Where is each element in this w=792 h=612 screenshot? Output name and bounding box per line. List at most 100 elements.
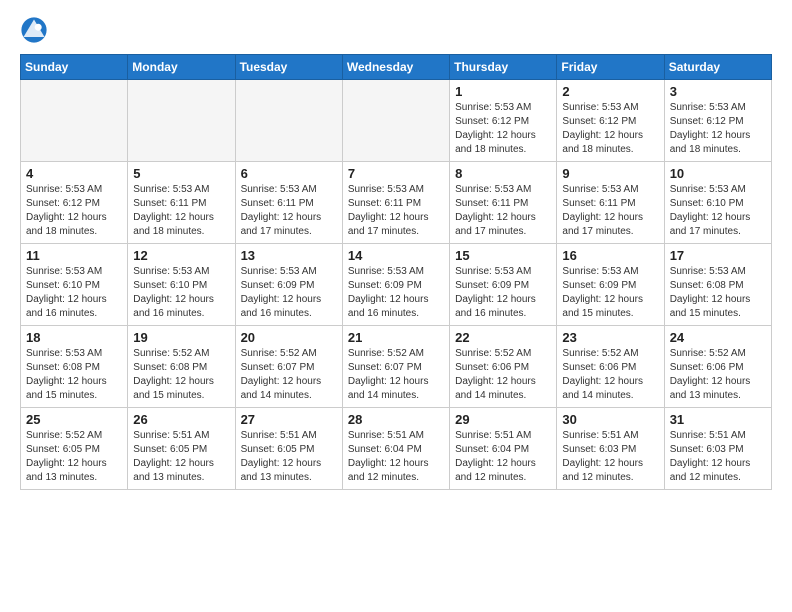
- day-info: Sunrise: 5:52 AMSunset: 6:07 PMDaylight:…: [241, 347, 337, 403]
- calendar-cell: 14 Sunrise: 5:53 AMSunset: 6:09 PMDayligh…: [342, 244, 449, 326]
- day-info: Sunrise: 5:53 AMSunset: 6:08 PMDaylight:…: [26, 347, 122, 403]
- day-info: Sunrise: 5:53 AMSunset: 6:08 PMDaylight:…: [670, 265, 766, 321]
- calendar-cell: 15 Sunrise: 5:53 AMSunset: 6:09 PMDayligh…: [450, 244, 557, 326]
- day-info: Sunrise: 5:52 AMSunset: 6:06 PMDaylight:…: [562, 347, 658, 403]
- weekday-header: Tuesday: [235, 55, 342, 80]
- calendar-cell: 30 Sunrise: 5:51 AMSunset: 6:03 PMDayligh…: [557, 408, 664, 490]
- calendar-cell: 19 Sunrise: 5:52 AMSunset: 6:08 PMDayligh…: [128, 326, 235, 408]
- day-info: Sunrise: 5:51 AMSunset: 6:05 PMDaylight:…: [133, 429, 229, 485]
- day-number: 9: [562, 166, 658, 181]
- day-info: Sunrise: 5:53 AMSunset: 6:09 PMDaylight:…: [562, 265, 658, 321]
- calendar-cell: 21 Sunrise: 5:52 AMSunset: 6:07 PMDayligh…: [342, 326, 449, 408]
- page: SundayMondayTuesdayWednesdayThursdayFrid…: [0, 0, 792, 506]
- calendar-week-row: 1 Sunrise: 5:53 AMSunset: 6:12 PMDaylight…: [21, 80, 772, 162]
- day-number: 8: [455, 166, 551, 181]
- day-info: Sunrise: 5:53 AMSunset: 6:12 PMDaylight:…: [562, 101, 658, 157]
- day-info: Sunrise: 5:53 AMSunset: 6:11 PMDaylight:…: [348, 183, 444, 239]
- day-info: Sunrise: 5:53 AMSunset: 6:09 PMDaylight:…: [348, 265, 444, 321]
- weekday-header: Wednesday: [342, 55, 449, 80]
- day-number: 20: [241, 330, 337, 345]
- day-info: Sunrise: 5:53 AMSunset: 6:10 PMDaylight:…: [26, 265, 122, 321]
- day-number: 28: [348, 412, 444, 427]
- day-number: 18: [26, 330, 122, 345]
- calendar-week-row: 18 Sunrise: 5:53 AMSunset: 6:08 PMDayligh…: [21, 326, 772, 408]
- calendar-cell: 18 Sunrise: 5:53 AMSunset: 6:08 PMDayligh…: [21, 326, 128, 408]
- calendar-cell: [342, 80, 449, 162]
- day-number: 30: [562, 412, 658, 427]
- calendar-cell: 25 Sunrise: 5:52 AMSunset: 6:05 PMDayligh…: [21, 408, 128, 490]
- weekday-header: Sunday: [21, 55, 128, 80]
- day-info: Sunrise: 5:52 AMSunset: 6:05 PMDaylight:…: [26, 429, 122, 485]
- calendar-cell: 3 Sunrise: 5:53 AMSunset: 6:12 PMDaylight…: [664, 80, 771, 162]
- calendar-cell: 10 Sunrise: 5:53 AMSunset: 6:10 PMDayligh…: [664, 162, 771, 244]
- day-number: 31: [670, 412, 766, 427]
- day-number: 16: [562, 248, 658, 263]
- day-number: 13: [241, 248, 337, 263]
- day-number: 4: [26, 166, 122, 181]
- header: [20, 16, 772, 44]
- calendar-cell: 22 Sunrise: 5:52 AMSunset: 6:06 PMDayligh…: [450, 326, 557, 408]
- calendar-cell: 4Sunrise: 5:53 AMSunset: 6:12 PMDaylight…: [21, 162, 128, 244]
- day-info: Sunrise: 5:53 AMSunset: 6:11 PMDaylight:…: [562, 183, 658, 239]
- day-number: 10: [670, 166, 766, 181]
- calendar-cell: 20 Sunrise: 5:52 AMSunset: 6:07 PMDayligh…: [235, 326, 342, 408]
- logo-icon: [20, 16, 48, 44]
- day-number: 14: [348, 248, 444, 263]
- day-number: 3: [670, 84, 766, 99]
- day-number: 2: [562, 84, 658, 99]
- day-info: Sunrise: 5:51 AMSunset: 6:04 PMDaylight:…: [455, 429, 551, 485]
- day-number: 7: [348, 166, 444, 181]
- calendar-cell: 12 Sunrise: 5:53 AMSunset: 6:10 PMDayligh…: [128, 244, 235, 326]
- calendar-cell: 13 Sunrise: 5:53 AMSunset: 6:09 PMDayligh…: [235, 244, 342, 326]
- day-info: Sunrise: 5:53 AMSunset: 6:11 PMDaylight:…: [133, 183, 229, 239]
- day-number: 23: [562, 330, 658, 345]
- day-info: Sunrise: 5:53 AMSunset: 6:12 PMDaylight:…: [455, 101, 551, 157]
- calendar-cell: 16 Sunrise: 5:53 AMSunset: 6:09 PMDayligh…: [557, 244, 664, 326]
- day-number: 24: [670, 330, 766, 345]
- day-info: Sunrise: 5:51 AMSunset: 6:05 PMDaylight:…: [241, 429, 337, 485]
- calendar-cell: 9 Sunrise: 5:53 AMSunset: 6:11 PMDaylight…: [557, 162, 664, 244]
- day-number: 1: [455, 84, 551, 99]
- day-number: 29: [455, 412, 551, 427]
- day-info: Sunrise: 5:53 AMSunset: 6:09 PMDaylight:…: [455, 265, 551, 321]
- weekday-header: Friday: [557, 55, 664, 80]
- calendar-cell: 2 Sunrise: 5:53 AMSunset: 6:12 PMDaylight…: [557, 80, 664, 162]
- day-number: 21: [348, 330, 444, 345]
- calendar-week-row: 25 Sunrise: 5:52 AMSunset: 6:05 PMDayligh…: [21, 408, 772, 490]
- day-number: 19: [133, 330, 229, 345]
- day-info: Sunrise: 5:53 AMSunset: 6:10 PMDaylight:…: [670, 183, 766, 239]
- calendar-cell: 24 Sunrise: 5:52 AMSunset: 6:06 PMDayligh…: [664, 326, 771, 408]
- calendar-cell: [128, 80, 235, 162]
- day-number: 22: [455, 330, 551, 345]
- day-info: Sunrise: 5:52 AMSunset: 6:06 PMDaylight:…: [455, 347, 551, 403]
- day-number: 27: [241, 412, 337, 427]
- calendar-cell: 5 Sunrise: 5:53 AMSunset: 6:11 PMDaylight…: [128, 162, 235, 244]
- day-info: Sunrise: 5:53 AMSunset: 6:12 PMDaylight:…: [670, 101, 766, 157]
- day-number: 15: [455, 248, 551, 263]
- day-number: 25: [26, 412, 122, 427]
- day-number: 12: [133, 248, 229, 263]
- day-info: Sunrise: 5:52 AMSunset: 6:07 PMDaylight:…: [348, 347, 444, 403]
- calendar-cell: 28Sunrise: 5:51 AMSunset: 6:04 PMDayligh…: [342, 408, 449, 490]
- day-info: Sunrise: 5:52 AMSunset: 6:06 PMDaylight:…: [670, 347, 766, 403]
- calendar-cell: 27 Sunrise: 5:51 AMSunset: 6:05 PMDayligh…: [235, 408, 342, 490]
- calendar-cell: 29 Sunrise: 5:51 AMSunset: 6:04 PMDayligh…: [450, 408, 557, 490]
- weekday-header: Monday: [128, 55, 235, 80]
- day-info: Sunrise: 5:52 AMSunset: 6:08 PMDaylight:…: [133, 347, 229, 403]
- day-info: Sunrise: 5:53 AMSunset: 6:09 PMDaylight:…: [241, 265, 337, 321]
- day-number: 6: [241, 166, 337, 181]
- day-number: 17: [670, 248, 766, 263]
- weekday-header: Saturday: [664, 55, 771, 80]
- day-info: Sunrise: 5:51 AMSunset: 6:03 PMDaylight:…: [562, 429, 658, 485]
- day-number: 26: [133, 412, 229, 427]
- calendar-cell: [235, 80, 342, 162]
- day-number: 5: [133, 166, 229, 181]
- calendar-week-row: 11 Sunrise: 5:53 AMSunset: 6:10 PMDayligh…: [21, 244, 772, 326]
- day-info: Sunrise: 5:51 AMSunset: 6:03 PMDaylight:…: [670, 429, 766, 485]
- calendar-cell: 1 Sunrise: 5:53 AMSunset: 6:12 PMDaylight…: [450, 80, 557, 162]
- calendar-cell: [21, 80, 128, 162]
- weekday-header: Thursday: [450, 55, 557, 80]
- day-info: Sunrise: 5:53 AMSunset: 6:10 PMDaylight:…: [133, 265, 229, 321]
- day-number: 11: [26, 248, 122, 263]
- calendar-cell: 7 Sunrise: 5:53 AMSunset: 6:11 PMDaylight…: [342, 162, 449, 244]
